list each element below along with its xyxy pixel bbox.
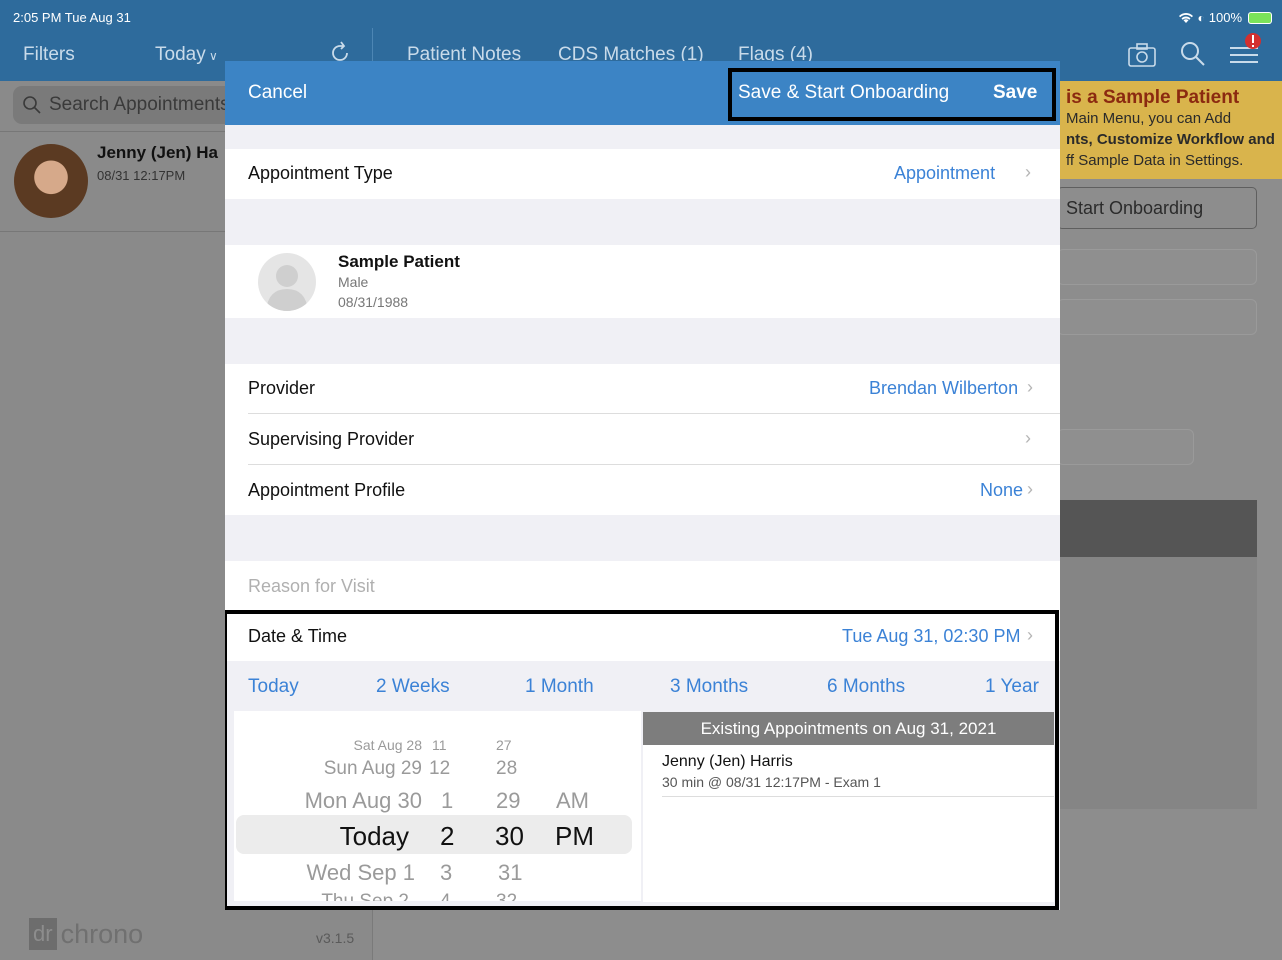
- today-dropdown[interactable]: Today ∨: [155, 44, 218, 66]
- appointment-profile-value: None: [980, 480, 1024, 500]
- filters-button[interactable]: Filters: [23, 44, 75, 66]
- background-field: [1057, 299, 1257, 335]
- chevron-right-icon: ›: [1027, 377, 1033, 397]
- person-icon: [266, 265, 308, 311]
- banner-line: ff Sample Data in Settings.: [1066, 152, 1244, 169]
- headphones-icon: ◐: [1197, 10, 1205, 25]
- supervising-provider-label: Supervising Provider: [248, 429, 415, 449]
- drchrono-logo: dr chrono: [29, 918, 143, 950]
- background-field: [1057, 429, 1194, 465]
- background-section-header: [1057, 500, 1257, 557]
- appointment-type-value: Appointment: [894, 163, 996, 183]
- provider-row[interactable]: Provider Brendan Wilberton ›: [225, 364, 1060, 414]
- provider-label: Provider: [248, 378, 316, 398]
- patient-row[interactable]: Sample Patient Male 08/31/1988: [225, 245, 1060, 318]
- banner-line: nts, Customize Workflow and: [1066, 131, 1275, 148]
- search-placeholder: Search Appointments: [49, 94, 230, 115]
- appointment-type-row[interactable]: Appointment Type Appointment ›: [225, 149, 1060, 199]
- status-right: ◐ 100%: [1178, 10, 1272, 25]
- search-icon[interactable]: [1180, 41, 1206, 67]
- battery-icon: [1248, 11, 1272, 24]
- today-label: Today: [155, 44, 206, 65]
- sample-patient-banner: is a Sample Patient Main Menu, you can A…: [1057, 81, 1282, 179]
- background-panel: [1057, 557, 1257, 809]
- battery-percent: 100%: [1208, 10, 1242, 25]
- appointment-profile-row[interactable]: Appointment Profile None ›: [225, 465, 1060, 515]
- appointment-patient-name: Jenny (Jen) Ha: [97, 143, 218, 162]
- patient-name: Sample Patient: [338, 252, 460, 271]
- chevron-right-icon: ›: [1027, 479, 1033, 499]
- new-appointment-modal: Cancel Save & Start Onboarding Save Appo…: [225, 61, 1060, 910]
- banner-title: is a Sample Patient: [1066, 87, 1240, 108]
- app-screen: { "status": {"time_date": "2:05 PM Tue A…: [0, 0, 1282, 960]
- logo-dr: dr: [29, 918, 57, 950]
- supervising-provider-row[interactable]: Supervising Provider ›: [225, 414, 1060, 465]
- modal-header: Cancel Save & Start Onboarding Save: [225, 61, 1060, 125]
- status-bar: 2:05 PM Tue Aug 31 ◐ 100%: [0, 0, 1282, 28]
- save-button[interactable]: Save: [993, 82, 1037, 104]
- logo-chrono: chrono: [60, 918, 144, 949]
- background-field: [1057, 249, 1257, 285]
- menu-icon[interactable]: [1228, 32, 1264, 68]
- app-version: v3.1.5: [316, 930, 355, 946]
- avatar: [14, 144, 88, 218]
- wifi-icon: [1178, 12, 1193, 23]
- banner-line: Main Menu, you can Add: [1066, 110, 1232, 127]
- reason-for-visit-field[interactable]: Reason for Visit: [225, 561, 1060, 611]
- date-time-highlight: [225, 610, 1059, 910]
- patient-dob: 08/31/1988: [338, 294, 409, 310]
- chevron-down-icon: ∨: [205, 49, 218, 63]
- patient-placeholder-avatar: [258, 253, 316, 311]
- search-icon: [23, 96, 41, 114]
- chevron-right-icon: ›: [1025, 428, 1031, 448]
- camera-icon[interactable]: [1127, 42, 1157, 68]
- start-onboarding-button[interactable]: Start Onboarding: [1057, 187, 1257, 229]
- appointment-profile-label: Appointment Profile: [248, 480, 406, 500]
- save-and-start-onboarding-button[interactable]: Save & Start Onboarding: [738, 82, 949, 104]
- patient-gender: Male: [338, 274, 369, 290]
- provider-value: Brendan Wilberton: [869, 378, 1019, 398]
- appointment-type-label: Appointment Type: [248, 163, 393, 183]
- cancel-button[interactable]: Cancel: [248, 82, 307, 104]
- reason-for-visit-placeholder: Reason for Visit: [248, 576, 375, 596]
- chevron-right-icon: ›: [1025, 162, 1031, 182]
- appointment-time: 08/31 12:17PM: [97, 168, 186, 183]
- status-time: 2:05 PM Tue Aug 31: [13, 10, 131, 25]
